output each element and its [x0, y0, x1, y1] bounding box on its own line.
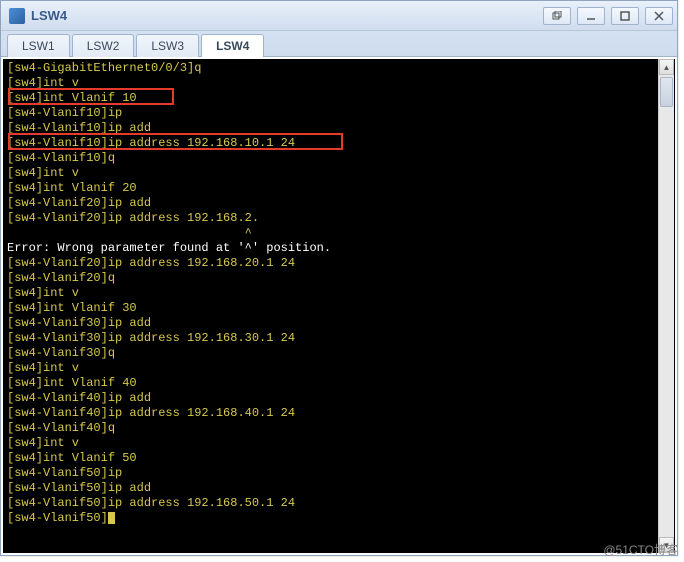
title-left: LSW4: [9, 8, 67, 24]
terminal-line: [sw4-Vlanif30]q: [7, 346, 671, 361]
terminal-line: [sw4-Vlanif30]ip address 192.168.30.1 24: [7, 331, 671, 346]
terminal-line: [sw4-Vlanif50]ip add: [7, 481, 671, 496]
terminal-line: [sw4]int v: [7, 166, 671, 181]
app-window: LSW4 LSW1 LSW2 LSW3 LSW4 [sw4-GigabitEth…: [0, 0, 678, 556]
titlebar[interactable]: LSW4: [1, 1, 677, 31]
terminal-line: Error: Wrong parameter found at '^' posi…: [7, 241, 671, 256]
terminal-wrap: [sw4-GigabitEthernet0/0/3]q[sw4]int v[sw…: [1, 57, 677, 555]
tab-lsw3[interactable]: LSW3: [136, 34, 199, 57]
watermark: @51CTO博客: [603, 541, 678, 558]
terminal[interactable]: [sw4-GigabitEthernet0/0/3]q[sw4]int v[sw…: [3, 59, 675, 553]
terminal-line: [sw4-Vlanif40]ip add: [7, 391, 671, 406]
restore-icon: [552, 11, 562, 21]
terminal-line: [sw4]int Vlanif 40: [7, 376, 671, 391]
terminal-line: [sw4]int Vlanif 10: [7, 91, 671, 106]
maximize-button[interactable]: [611, 7, 639, 25]
terminal-line: [sw4]int v: [7, 76, 671, 91]
terminal-line: [sw4-Vlanif50]ip address 192.168.50.1 24: [7, 496, 671, 511]
terminal-line: [sw4-Vlanif40]q: [7, 421, 671, 436]
terminal-line: [sw4-Vlanif10]ip add: [7, 121, 671, 136]
tab-lsw2[interactable]: LSW2: [72, 34, 135, 57]
terminal-line: [sw4]int Vlanif 50: [7, 451, 671, 466]
terminal-line: [sw4-Vlanif20]ip address 192.168.2.: [7, 211, 671, 226]
close-button[interactable]: [645, 7, 673, 25]
tab-lsw4[interactable]: LSW4: [201, 34, 264, 57]
terminal-line: [sw4-GigabitEthernet0/0/3]q: [7, 61, 671, 76]
window-title: LSW4: [31, 8, 67, 23]
terminal-line: [sw4-Vlanif10]q: [7, 151, 671, 166]
minimize-icon: [586, 11, 596, 21]
terminal-line: [sw4-Vlanif30]ip add: [7, 316, 671, 331]
tab-bar: LSW1 LSW2 LSW3 LSW4: [1, 31, 677, 57]
scroll-thumb[interactable]: [660, 77, 673, 107]
restore-button[interactable]: [543, 7, 571, 25]
terminal-line: [sw4-Vlanif40]ip address 192.168.40.1 24: [7, 406, 671, 421]
app-icon: [9, 8, 25, 24]
terminal-line: [sw4-Vlanif20]q: [7, 271, 671, 286]
close-icon: [654, 11, 664, 21]
window-controls: [543, 7, 673, 25]
terminal-line: [sw4-Vlanif10]ip address 192.168.10.1 24: [7, 136, 671, 151]
scroll-up-button[interactable]: ▲: [659, 59, 674, 75]
terminal-line: [sw4]int v: [7, 286, 671, 301]
terminal-line: [sw4]int Vlanif 20: [7, 181, 671, 196]
terminal-line: [sw4]int Vlanif 30: [7, 301, 671, 316]
terminal-line: [sw4-Vlanif10]ip: [7, 106, 671, 121]
tab-lsw1[interactable]: LSW1: [7, 34, 70, 57]
maximize-icon: [620, 11, 630, 21]
terminal-line: [sw4-Vlanif50]: [7, 511, 671, 526]
minimize-button[interactable]: [577, 7, 605, 25]
scrollbar[interactable]: ▲ ▼: [658, 59, 674, 553]
cursor: [108, 512, 115, 524]
terminal-line: [sw4-Vlanif50]ip: [7, 466, 671, 481]
terminal-line: [sw4]int v: [7, 436, 671, 451]
terminal-line: [sw4-Vlanif20]ip address 192.168.20.1 24: [7, 256, 671, 271]
terminal-line: ^: [7, 226, 671, 241]
terminal-line: [sw4]int v: [7, 361, 671, 376]
terminal-line: [sw4-Vlanif20]ip add: [7, 196, 671, 211]
